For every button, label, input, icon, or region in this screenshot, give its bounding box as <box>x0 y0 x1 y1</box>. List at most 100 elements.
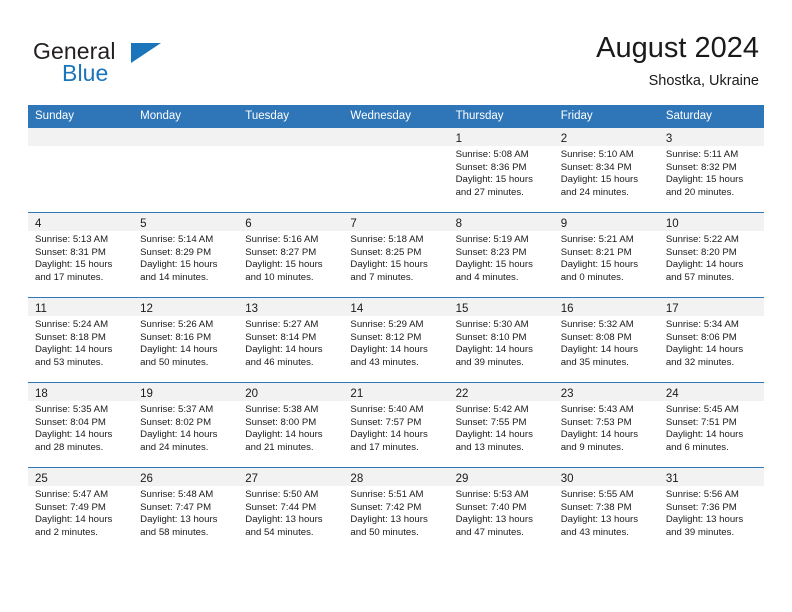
calendar-day-cell[interactable]: 4 Sunrise: 5:13 AM Sunset: 8:31 PM Daylight… <box>28 212 134 298</box>
calendar-day-cell[interactable]: 17 Sunrise: 5:34 AM Sunset: 8:06 PM Dayligh… <box>658 297 764 383</box>
day-detail-line: Daylight: 13 hours <box>245 514 323 526</box>
day-detail-line: and 54 minutes. <box>245 526 314 538</box>
day-cell-inner: 12 Sunrise: 5:26 AM Sunset: 8:16 PM Dayligh… <box>133 298 239 382</box>
day-detail-line: Sunrise: 5:16 AM <box>245 234 319 245</box>
day-detail-line: Sunset: 8:31 PM <box>35 246 106 258</box>
day-cell-inner: 6 Sunrise: 5:16 AM Sunset: 8:27 PM Daylight… <box>238 213 344 297</box>
day-detail-line: Sunrise: 5:14 AM <box>140 234 214 245</box>
day-detail-line: Sunrise: 5:35 AM <box>35 404 109 415</box>
day-detail-line: Daylight: 14 hours <box>350 344 428 356</box>
day-cell-inner: 8 Sunrise: 5:19 AM Sunset: 8:23 PM Daylight… <box>448 213 554 297</box>
weekday-header-monday: Monday <box>133 105 239 128</box>
day-detail-line: Sunrise: 5:34 AM <box>665 319 739 330</box>
day-cell-details: Sunrise: 5:13 AM Sunset: 8:31 PM Daylight:… <box>28 231 133 284</box>
calendar-day-cell[interactable]: 9 Sunrise: 5:21 AM Sunset: 8:21 PM Daylight… <box>553 212 659 298</box>
day-number-bar: 2 <box>553 128 659 146</box>
calendar-day-cell[interactable]: 26 Sunrise: 5:48 AM Sunset: 7:47 PM Dayligh… <box>133 467 239 552</box>
day-detail-line: Daylight: 15 hours <box>665 174 744 186</box>
day-detail-line: Sunrise: 5:38 AM <box>245 404 319 415</box>
calendar-day-cell[interactable]: 13 Sunrise: 5:27 AM Sunset: 8:14 PM Dayligh… <box>238 297 344 383</box>
calendar-day-cell[interactable]: 31 Sunrise: 5:56 AM Sunset: 7:36 PM Dayligh… <box>658 467 764 552</box>
calendar-day-cell[interactable]: 18 Sunrise: 5:35 AM Sunset: 8:04 PM Dayligh… <box>28 382 134 468</box>
day-detail-line: Sunset: 8:10 PM <box>455 331 527 343</box>
calendar-day-cell[interactable]: 2 Sunrise: 5:10 AM Sunset: 8:34 PM Daylight… <box>553 127 659 213</box>
calendar-day-cell[interactable]: 10 Sunrise: 5:22 AM Sunset: 8:20 PM Dayligh… <box>658 212 764 298</box>
day-number: 22 <box>455 388 469 400</box>
calendar-day-cell[interactable]: 14 Sunrise: 5:29 AM Sunset: 8:12 PM Dayligh… <box>343 297 449 383</box>
day-detail-line: and 7 minutes. <box>350 271 414 283</box>
day-number: 28 <box>350 473 364 485</box>
day-cell-inner: 21 Sunrise: 5:40 AM Sunset: 7:57 PM Dayligh… <box>343 383 449 467</box>
day-number: 10 <box>665 218 679 230</box>
day-number: 20 <box>245 388 259 400</box>
day-number-bar: 17 <box>658 298 764 316</box>
day-number-bar: 29 <box>448 468 554 486</box>
day-cell-inner: 5 Sunrise: 5:14 AM Sunset: 8:29 PM Daylight… <box>133 213 239 297</box>
day-number-bar: 16 <box>553 298 659 316</box>
day-number-bar: 11 <box>28 298 134 316</box>
calendar-day-cell[interactable]: 23 Sunrise: 5:43 AM Sunset: 7:53 PM Dayligh… <box>553 382 659 468</box>
day-cell-inner: 24 Sunrise: 5:45 AM Sunset: 7:51 PM Dayligh… <box>658 383 764 467</box>
day-detail-line: Daylight: 14 hours <box>560 429 639 441</box>
calendar-day-cell[interactable]: 28 Sunrise: 5:51 AM Sunset: 7:42 PM Dayligh… <box>343 467 449 552</box>
day-detail-line: Sunrise: 5:51 AM <box>350 489 424 500</box>
calendar-day-cell[interactable]: 3 Sunrise: 5:11 AM Sunset: 8:32 PM Daylight… <box>658 127 764 213</box>
day-number-bar: 24 <box>658 383 764 401</box>
calendar-day-cell[interactable]: 29 Sunrise: 5:53 AM Sunset: 7:40 PM Dayligh… <box>448 467 554 552</box>
general-blue-logo[interactable]: General Blue <box>33 38 273 90</box>
calendar-week-row: 18 Sunrise: 5:35 AM Sunset: 8:04 PM Dayligh… <box>28 382 764 468</box>
day-cell-inner: 1 Sunrise: 5:08 AM Sunset: 8:36 PM Daylight… <box>448 128 554 212</box>
day-detail-line: Sunset: 8:29 PM <box>140 246 212 258</box>
day-detail-line: Daylight: 13 hours <box>455 514 533 526</box>
day-cell-details: Sunrise: 5:30 AM Sunset: 8:10 PM Daylight:… <box>449 316 554 369</box>
day-detail-line: Sunset: 7:55 PM <box>455 416 527 428</box>
day-cell-inner: 15 Sunrise: 5:30 AM Sunset: 8:10 PM Dayligh… <box>448 298 554 382</box>
calendar-day-cell[interactable]: 11 Sunrise: 5:24 AM Sunset: 8:18 PM Dayligh… <box>28 297 134 383</box>
day-detail-line: and 9 minutes. <box>560 441 624 453</box>
calendar-day-cell[interactable]: 7 Sunrise: 5:18 AM Sunset: 8:25 PM Daylight… <box>343 212 449 298</box>
day-cell-inner: 22 Sunrise: 5:42 AM Sunset: 7:55 PM Dayligh… <box>448 383 554 467</box>
day-number-bar: 13 <box>238 298 344 316</box>
calendar-day-cell[interactable]: 19 Sunrise: 5:37 AM Sunset: 8:02 PM Dayligh… <box>133 382 239 468</box>
day-number-bar: 9 <box>553 213 659 231</box>
day-detail-line: and 20 minutes. <box>665 186 735 198</box>
day-detail-line: and 17 minutes. <box>35 271 104 283</box>
calendar-day-cell[interactable]: 30 Sunrise: 5:55 AM Sunset: 7:38 PM Dayligh… <box>553 467 659 552</box>
calendar-day-cell[interactable]: 15 Sunrise: 5:30 AM Sunset: 8:10 PM Dayligh… <box>448 297 554 383</box>
calendar-day-cell[interactable]: 12 Sunrise: 5:26 AM Sunset: 8:16 PM Dayligh… <box>133 297 239 383</box>
calendar-day-cell[interactable]: 1 Sunrise: 5:08 AM Sunset: 8:36 PM Daylight… <box>448 127 554 213</box>
calendar-day-cell[interactable]: 25 Sunrise: 5:47 AM Sunset: 7:49 PM Dayligh… <box>28 467 134 552</box>
calendar-day-cell[interactable]: 6 Sunrise: 5:16 AM Sunset: 8:27 PM Daylight… <box>238 212 344 298</box>
day-detail-line: Sunset: 8:02 PM <box>140 416 212 428</box>
calendar-day-cell[interactable]: 21 Sunrise: 5:40 AM Sunset: 7:57 PM Dayligh… <box>343 382 449 468</box>
day-detail-line: and 17 minutes. <box>350 441 419 453</box>
day-detail-line: and 27 minutes. <box>455 186 524 198</box>
day-detail-line: and 32 minutes. <box>665 356 735 368</box>
day-detail-line: and 24 minutes. <box>140 441 209 453</box>
day-number: 7 <box>350 218 357 230</box>
day-detail-line: and 46 minutes. <box>245 356 314 368</box>
day-detail-line: Daylight: 14 hours <box>140 429 218 441</box>
day-detail-line: Sunset: 8:21 PM <box>560 246 632 258</box>
day-detail-line: Sunset: 8:06 PM <box>665 331 737 343</box>
day-cell-inner <box>133 128 239 212</box>
day-cell-details <box>238 146 343 149</box>
day-cell-inner: 13 Sunrise: 5:27 AM Sunset: 8:14 PM Dayligh… <box>238 298 344 382</box>
day-detail-line: and 28 minutes. <box>35 441 104 453</box>
day-number-bar <box>343 128 449 146</box>
day-detail-line: Sunrise: 5:56 AM <box>665 489 739 500</box>
day-number: 29 <box>455 473 469 485</box>
calendar-day-cell[interactable]: 27 Sunrise: 5:50 AM Sunset: 7:44 PM Dayligh… <box>238 467 344 552</box>
day-detail-line: and 10 minutes. <box>245 271 314 283</box>
day-number: 14 <box>350 303 364 315</box>
calendar-day-cell[interactable]: 8 Sunrise: 5:19 AM Sunset: 8:23 PM Daylight… <box>448 212 554 298</box>
day-detail-line: Sunrise: 5:29 AM <box>350 319 424 330</box>
day-number: 5 <box>140 218 147 230</box>
day-detail-line: and 21 minutes. <box>245 441 314 453</box>
day-detail-line: Daylight: 14 hours <box>245 344 323 356</box>
calendar-day-cell[interactable]: 22 Sunrise: 5:42 AM Sunset: 7:55 PM Dayligh… <box>448 382 554 468</box>
calendar-day-cell[interactable]: 16 Sunrise: 5:32 AM Sunset: 8:08 PM Dayligh… <box>553 297 659 383</box>
calendar-day-cell[interactable]: 5 Sunrise: 5:14 AM Sunset: 8:29 PM Daylight… <box>133 212 239 298</box>
calendar-day-cell[interactable]: 20 Sunrise: 5:38 AM Sunset: 8:00 PM Dayligh… <box>238 382 344 468</box>
calendar-day-cell[interactable]: 24 Sunrise: 5:45 AM Sunset: 7:51 PM Dayligh… <box>658 382 764 468</box>
